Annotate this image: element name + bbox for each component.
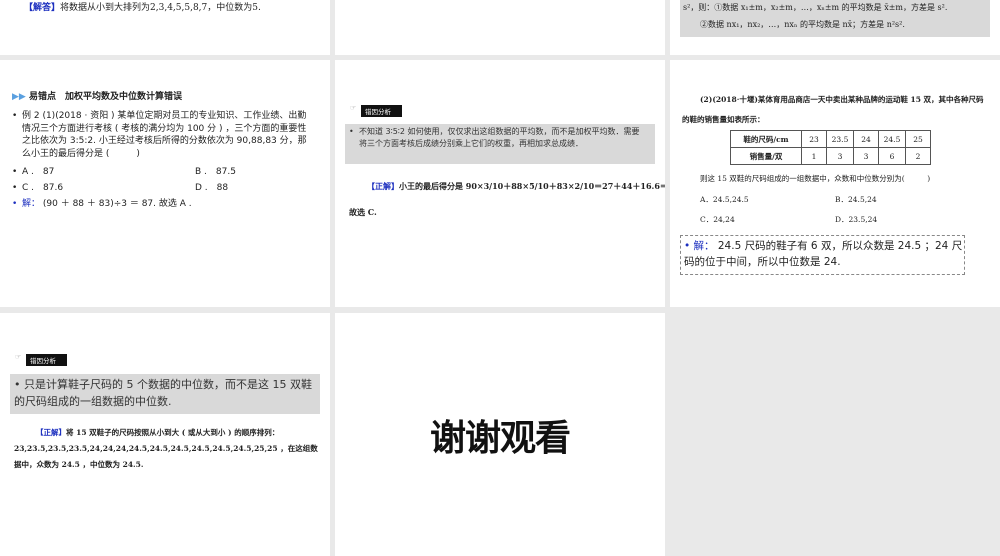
option-b: B．24.5,24: [835, 195, 877, 204]
slide-thumbnail-3[interactable]: s²，则：①数据 x₁±m，x₂±m，…，xₙ±m 的平均数是 x̄±m，方差是…: [670, 0, 1000, 55]
sales-table: 鞋的尺码/cm 23 23.5 24 24.5 25 销售量/双 1 3 3 6 2: [730, 130, 931, 165]
answer-label: 【解答】: [24, 3, 61, 13]
option-a: A．24.5,24.5: [700, 195, 749, 204]
slide-thumbnail-8[interactable]: 谢谢观看: [335, 313, 665, 556]
question-text: 例 2 (1)(2018 · 资阳 ) 某单位定期对员工的专业知识、工作业绩、出…: [22, 111, 307, 159]
formula-line-2: ②数据 nx₁，nx₂，…，nxₙ 的平均数是 nx̄；方差是 n²s².: [700, 20, 905, 29]
slide-thumbnail-2[interactable]: [335, 0, 665, 55]
option-c: C．24,24: [700, 215, 735, 224]
question: (2)(2018·十堰)某体育用品商店一天中卖出某种品牌的运动鞋 15 双，其中…: [682, 95, 984, 124]
slide-thumbnail-7[interactable]: ☞ 错因分析 • 只是计算鞋子尺码的 5 个数据的中位数，而不是这 15 双鞋的尺…: [0, 313, 330, 556]
formula-line-1: s²，则：①数据 x₁±m，x₂±m，…，xₙ±m 的平均数是 x̄±m，方差是…: [683, 3, 948, 12]
slide-thumbnail-4[interactable]: ▶▶ 易错点 加权平均数及中位数计算错误 • 例 2 (1)(2018 · 资阳 …: [0, 60, 330, 307]
option-a: • A . 87: [12, 167, 55, 177]
option-b: B . 87.5: [195, 167, 236, 177]
hand-pointer-icon: ☞: [15, 353, 22, 361]
answer-line: 【解答】将数据从小到大排列为2,3,4,5,5,8,7，中位数为5.: [24, 2, 261, 14]
solution: • 解： (90 ＋ 88 ＋ 83)÷3 ＝ 87. 故选 A .: [12, 199, 192, 209]
correct-solution: 【正解】将 15 双鞋子的尺码按照从小到大 ( 或从大到小 ) 的顺序排列：23…: [14, 428, 318, 469]
solution-box: • 解： 24.5 尺码的鞋子有 6 双，所以众数是 24.5 ；24 尺码的位…: [680, 235, 965, 275]
table-row: 销售量/双 1 3 3 6 2: [730, 147, 931, 165]
hand-pointer-icon: ☞: [350, 104, 357, 112]
double-arrow-icon: ▶▶: [12, 92, 26, 102]
heading: ▶▶ 易错点 加权平均数及中位数计算错误: [12, 89, 182, 102]
slide-thumbnail-6[interactable]: (2)(2018·十堰)某体育用品商店一天中卖出某种品牌的运动鞋 15 双，其中…: [670, 60, 1000, 307]
question: • 例 2 (1)(2018 · 资阳 ) 某单位定期对员工的专业知识、工作业绩、…: [12, 110, 317, 160]
table-row: 鞋的尺码/cm 23 23.5 24 24.5 25: [730, 130, 931, 148]
answer-text: 将数据从小到大排列为2,3,4,5,5,8,7，中位数为5.: [60, 3, 261, 13]
ask: 则这 15 双鞋的尺码组成的一组数据中，众数和中位数分别为( ): [700, 174, 931, 183]
analysis-box: • 只是计算鞋子尺码的 5 个数据的中位数，而不是这 15 双鞋的尺码组成的一组数…: [10, 374, 320, 414]
analysis-box: • 不知道 3∶5∶2 如何使用，仅仅求出这组数据的平均数，而不是加权平均数．需要…: [345, 124, 655, 164]
error-analysis-tag: 错因分析: [26, 354, 67, 366]
slide-thumbnail-1[interactable]: 【解答】将数据从小到大排列为2,3,4,5,5,8,7，中位数为5.: [0, 0, 330, 55]
option-d: D．23.5,24: [835, 215, 878, 224]
option-d: D . 88: [195, 183, 229, 193]
error-analysis-tag: 错因分析: [361, 105, 402, 117]
correct-solution: 【正解】小王的最后得分是 90×3/10＋88×5/10＋83×2/10＝27＋…: [367, 181, 665, 191]
formula-box: s²，则：①数据 x₁±m，x₂±m，…，xₙ±m 的平均数是 x̄±m，方差是…: [680, 0, 990, 37]
thanks-title: 谢谢观看: [429, 418, 571, 459]
heading-text: 易错点 加权平均数及中位数计算错误: [28, 92, 182, 102]
option-c: • C . 87.6: [12, 183, 64, 193]
slide-thumbnail-5[interactable]: ☞ 错因分析 • 不知道 3∶5∶2 如何使用，仅仅求出这组数据的平均数，而不是加…: [335, 60, 665, 307]
conclusion: 故选 C.: [349, 207, 377, 217]
